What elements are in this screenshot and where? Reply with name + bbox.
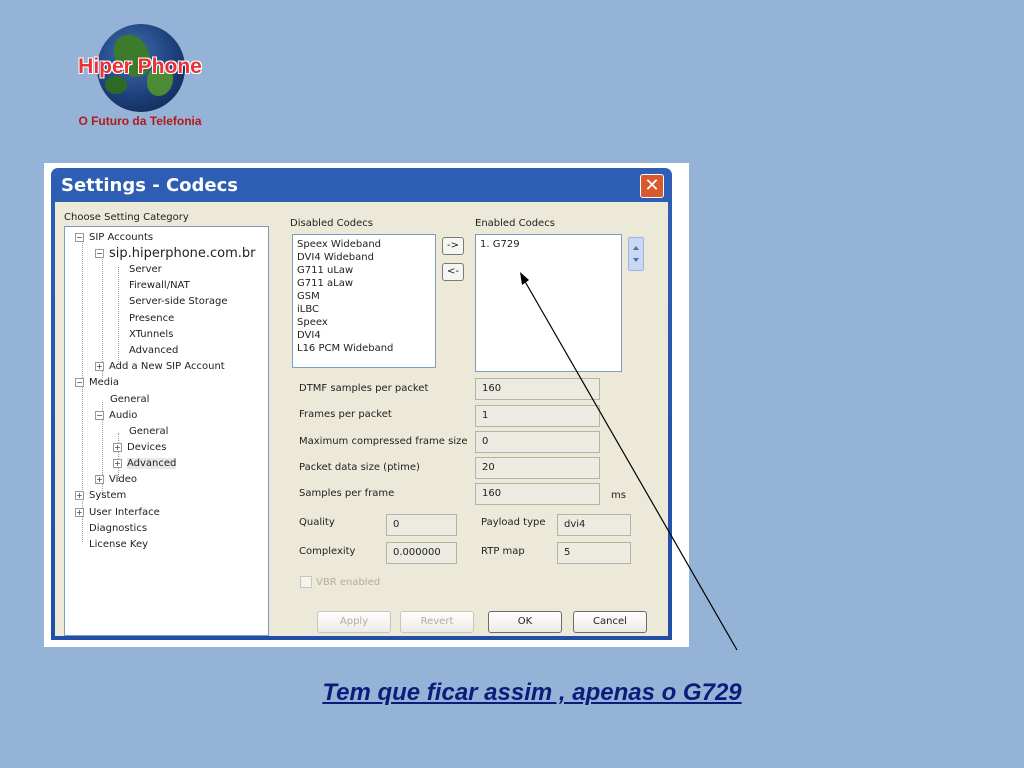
pointer-arrow	[520, 272, 738, 651]
slide-caption: Tem que ficar assim , apenas o G729	[322, 679, 742, 706]
